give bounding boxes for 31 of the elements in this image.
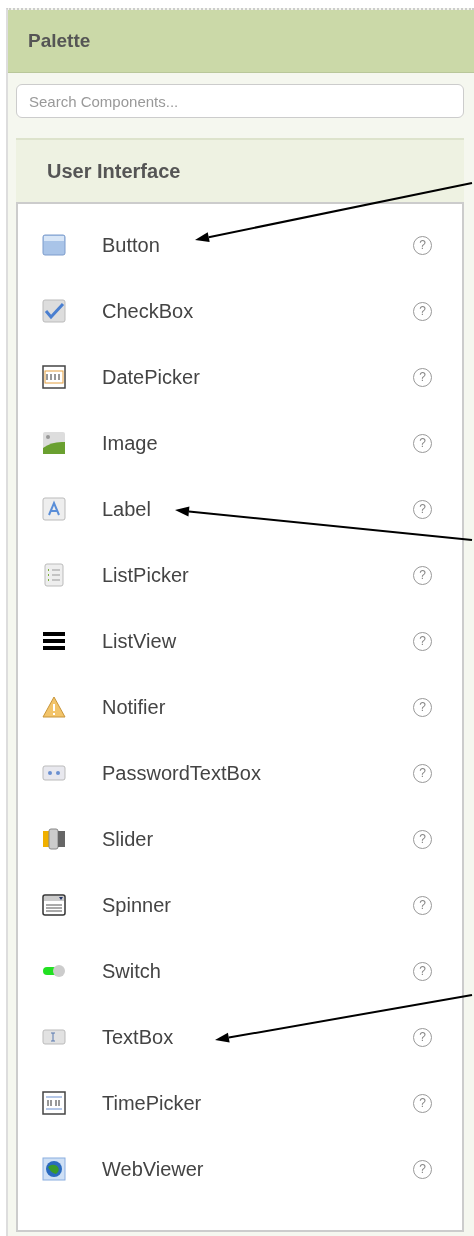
globe-icon[interactable]: [42, 1157, 66, 1181]
letter-a-icon[interactable]: [42, 497, 66, 521]
component-name[interactable]: Button: [102, 233, 413, 257]
component-name[interactable]: WebViewer: [102, 1157, 413, 1181]
component-name[interactable]: Image: [102, 431, 413, 455]
component-name[interactable]: CheckBox: [102, 299, 413, 323]
component-name[interactable]: TimePicker: [102, 1091, 413, 1115]
component-name[interactable]: Spinner: [102, 893, 413, 917]
component-name[interactable]: Label: [102, 497, 413, 521]
component-name[interactable]: Notifier: [102, 695, 413, 719]
warning-icon[interactable]: [42, 695, 66, 719]
checkbox-icon[interactable]: [42, 299, 66, 323]
category-header[interactable]: User Interface: [16, 138, 464, 202]
dropdown-icon[interactable]: [42, 893, 66, 917]
palette-title: Palette: [28, 30, 91, 52]
component-name[interactable]: ListPicker: [102, 563, 413, 587]
calendar-icon[interactable]: [42, 365, 66, 389]
slider-icon[interactable]: [42, 827, 66, 851]
search-field[interactable]: Search Components...: [16, 84, 464, 118]
menu-icon[interactable]: [42, 629, 66, 653]
list-icon[interactable]: [42, 563, 66, 587]
image-icon[interactable]: [42, 431, 66, 455]
clock-field-icon[interactable]: [42, 1091, 66, 1115]
component-name[interactable]: Switch: [102, 959, 413, 983]
component-name[interactable]: DatePicker: [102, 365, 413, 389]
button-icon[interactable]: [42, 233, 66, 257]
component-name[interactable]: PasswordTextBox: [102, 761, 413, 785]
category-title: User Interface: [47, 159, 181, 183]
component-name[interactable]: ListView: [102, 629, 413, 653]
component-name[interactable]: Slider: [102, 827, 413, 851]
component-name[interactable]: TextBox: [102, 1025, 413, 1049]
